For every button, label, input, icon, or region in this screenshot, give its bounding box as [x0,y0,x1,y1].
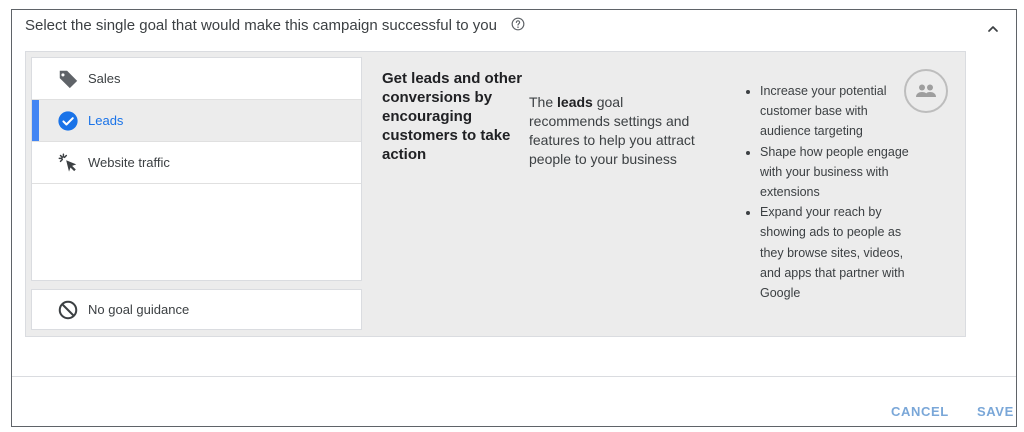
goal-item-leads[interactable]: Leads [32,100,361,142]
goal-panel: Sales Leads Website traffic No goal guid… [25,51,966,337]
goal-label-sales: Sales [88,71,121,86]
benefit-item: Shape how people engage with your busine… [760,142,920,203]
help-circle-icon[interactable] [511,17,525,31]
no-goal-guidance-option[interactable]: No goal guidance [31,289,362,330]
goal-item-website-traffic[interactable]: Website traffic [32,142,361,184]
goal-label-leads: Leads [88,113,124,128]
goal-label-website-traffic: Website traffic [88,155,170,170]
desc-bold-goal: leads [557,94,593,110]
goal-benefits-list: Increase your potential customer base wi… [742,81,920,303]
goal-section-title: Select the single goal that would make t… [25,17,497,34]
benefit-item: Increase your potential customer base wi… [760,81,920,142]
goal-list: Sales Leads Website traffic [31,57,362,281]
no-goal-label: No goal guidance [88,302,190,317]
goal-item-sales[interactable]: Sales [32,58,361,100]
footer-divider [12,376,1016,377]
block-icon [58,300,78,320]
cancel-button[interactable]: CANCEL [891,404,949,419]
campaign-goal-card: Select the single goal that would make t… [11,9,1017,427]
goal-detail-title: Get leads and other conversions by encou… [382,70,523,163]
chevron-up-icon[interactable] [985,21,1001,37]
tag-icon [58,70,78,89]
goal-detail-description: The leads goal recommends settings and f… [529,93,699,169]
desc-prefix: The [529,94,558,110]
cursor-click-icon [58,153,77,172]
people-icon [904,69,948,113]
benefit-item: Expand your reach by showing ads to peop… [760,202,920,303]
check-circle-icon [58,111,78,131]
save-button[interactable]: SAVE [977,404,1014,419]
